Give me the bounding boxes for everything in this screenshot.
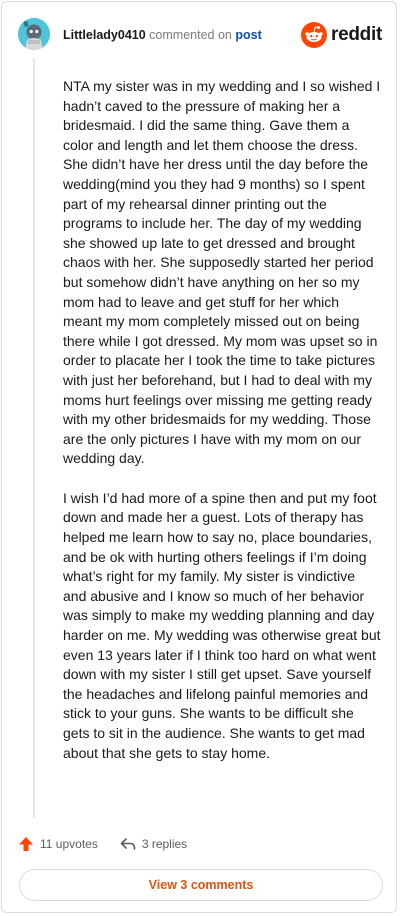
commented-on-text: commented on	[149, 28, 232, 42]
view-comments-button[interactable]: View 3 comments	[19, 869, 383, 901]
username-link[interactable]: Littlelady0410	[63, 28, 146, 42]
reddit-wordmark: reddit	[331, 24, 382, 45]
comment-header: Littlelady0410 commented on post reddit	[2, 2, 396, 66]
comment-footer: 11 upvotes 3 replies	[18, 832, 209, 856]
comment-paragraph-2: I wish I’d had more of a spine then and …	[63, 489, 381, 761]
avatar-icon	[18, 18, 50, 50]
upvote-button[interactable]: 11 upvotes	[18, 836, 98, 852]
comment-meta: Littlelady0410 commented on post	[63, 27, 262, 43]
replies-count: 3 replies	[141, 837, 188, 851]
reddit-snoo-icon	[301, 22, 328, 48]
replies-button[interactable]: 3 replies	[120, 836, 187, 852]
comment-paragraph-1: NTA my sister was in my wedding and I so…	[63, 78, 381, 467]
thread-line[interactable]	[33, 58, 35, 818]
avatar[interactable]	[18, 18, 50, 50]
comment-card: Littlelady0410 commented on post reddit …	[1, 1, 397, 913]
reply-arrow-icon	[120, 838, 136, 850]
comment-body: NTA my sister was in my wedding and I so…	[63, 77, 381, 783]
reddit-logo[interactable]: reddit	[301, 22, 382, 48]
post-link[interactable]: post	[235, 28, 261, 42]
upvote-arrow-icon	[19, 837, 33, 851]
upvotes-count: 11 upvotes	[40, 837, 98, 851]
